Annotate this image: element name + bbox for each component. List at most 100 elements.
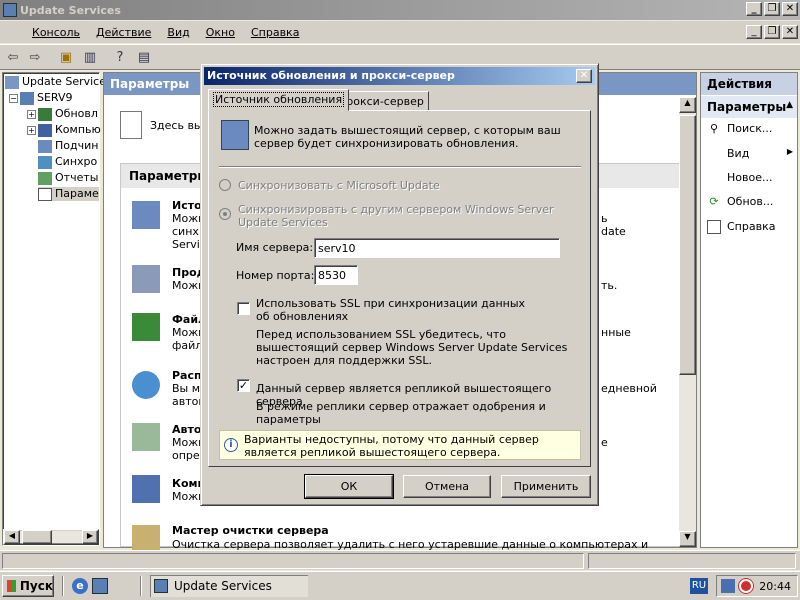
ssl-note: Перед использованием SSL убедитесь, что …	[256, 328, 568, 367]
replica-note: В режиме реплики сервер отражает одобрен…	[256, 400, 546, 426]
windows-logo-icon	[7, 580, 16, 592]
scroll-thumb[interactable]	[22, 530, 52, 544]
tree-hscroll[interactable]: ◀ ▶	[3, 529, 99, 545]
scroll-down-icon[interactable]: ▼	[679, 531, 696, 547]
scroll-thumb[interactable]	[679, 115, 696, 375]
task-label: Update Services	[174, 579, 272, 593]
action-help[interactable]: Справка	[707, 220, 775, 234]
tree-item-reports[interactable]: Отчеты	[38, 171, 98, 185]
clock: 20:44	[759, 579, 791, 593]
action-search[interactable]: ⚲ Поиск...	[707, 122, 772, 136]
server-icon	[20, 91, 34, 105]
tree-item-sync[interactable]: Синхро	[38, 155, 97, 169]
scroll-left-icon[interactable]: ◀	[4, 530, 20, 544]
action-refresh[interactable]: ⟳ Обнов...	[707, 195, 773, 209]
ssl-checkbox[interactable]	[237, 302, 250, 315]
status-bar	[0, 550, 800, 570]
option-desc-tail: нные	[601, 326, 631, 339]
collapse-icon[interactable]: −	[9, 93, 18, 103]
tab-label: Прокси-сервер	[338, 95, 424, 108]
center-vscroll[interactable]: ▲ ▼	[679, 97, 696, 547]
taskbar-update-services[interactable]: Update Services	[150, 575, 308, 597]
menu-action[interactable]: Действие	[88, 26, 159, 39]
child-close-button[interactable]: ✕	[782, 25, 798, 39]
taskbar: Пуск e Update Services RU 20:44	[0, 571, 800, 600]
computers-icon	[38, 123, 52, 137]
option-schedule-title[interactable]: Расп	[172, 369, 202, 382]
actions-section[interactable]: Параметры ▲	[701, 96, 797, 118]
back-icon[interactable]: ⇦	[3, 48, 23, 68]
cancel-button[interactable]: Отмена	[403, 475, 491, 498]
update-services-icon	[5, 75, 19, 89]
quicklaunch-icon[interactable]	[92, 578, 108, 594]
collapse-arrow-icon[interactable]: ▲	[786, 100, 793, 110]
apply-button[interactable]: Применить	[501, 475, 591, 498]
menu-view[interactable]: Вид	[159, 26, 197, 39]
menu-window[interactable]: Окно	[198, 26, 243, 39]
option-autoapprove-title[interactable]: Авто	[172, 423, 201, 436]
window-title: Update Services	[20, 3, 121, 17]
maximize-button[interactable]: ❐	[764, 2, 780, 16]
option-desc-tail: ь	[601, 212, 608, 225]
antivirus-icon[interactable]	[739, 579, 753, 593]
radio-microsoft-update-label: Синхронизовать с Microsoft Update	[238, 179, 440, 192]
ok-button[interactable]: ОК	[304, 474, 394, 499]
update-services-icon	[154, 579, 168, 593]
tree-item-computers[interactable]: + Компью	[27, 123, 101, 137]
option-desc: Servi	[172, 238, 200, 251]
center-intro: Здесь вы	[150, 119, 203, 132]
ie-icon[interactable]: e	[72, 578, 88, 594]
network-icon[interactable]	[721, 579, 735, 593]
action-new[interactable]: Новое...	[727, 171, 772, 184]
options-page-icon	[120, 111, 142, 139]
dialog-close-button[interactable]: ✕	[576, 69, 592, 83]
port-label: Номер порта:	[236, 269, 315, 282]
radio-other-server[interactable]	[219, 208, 231, 220]
action-pane-icon[interactable]: ▤	[134, 48, 154, 68]
action-label: Справка	[727, 220, 776, 233]
scroll-up-icon[interactable]: ▲	[679, 97, 696, 113]
expand-icon[interactable]: +	[27, 125, 36, 135]
port-field[interactable]: 8530	[314, 265, 358, 285]
menu-console[interactable]: Консоль	[24, 26, 88, 39]
tree-item-update-services[interactable]: Update Service	[5, 75, 106, 89]
products-icon	[132, 265, 160, 293]
show-tree-icon[interactable]: ▥	[80, 48, 100, 68]
menu-help[interactable]: Справка	[243, 26, 307, 39]
status-panel	[588, 553, 796, 569]
action-label: Вид	[727, 147, 750, 160]
tree-item-serv9[interactable]: − SERV9	[9, 91, 73, 105]
start-button[interactable]: Пуск	[2, 575, 54, 597]
tab-update-source[interactable]: Источник обновления	[208, 89, 350, 111]
child-restore-button[interactable]: ❐	[764, 25, 780, 39]
start-label: Пуск	[19, 579, 53, 593]
child-minimize-button[interactable]: _	[746, 25, 762, 39]
option-desc-tail: едневной	[601, 382, 657, 395]
schedule-icon	[132, 371, 160, 399]
scroll-right-icon[interactable]: ▶	[82, 530, 98, 544]
menu-bar: Консоль Действие Вид Окно Справка _ ❐ ✕	[0, 21, 800, 43]
option-cleanup-title[interactable]: Мастер очистки сервера	[172, 524, 329, 537]
tree-item-updates[interactable]: + Обновл	[27, 107, 98, 121]
tree-item-downstream[interactable]: Подчин	[38, 139, 98, 153]
tree-item-options[interactable]: Параме	[38, 187, 99, 201]
dialog-title-bar: Источник обновления и прокси-сервер ✕	[204, 67, 595, 85]
action-view[interactable]: Вид ▶	[727, 147, 793, 160]
option-update-source-title[interactable]: Исто	[172, 199, 202, 212]
expand-icon[interactable]: +	[27, 109, 36, 119]
radio-microsoft-update[interactable]	[219, 179, 231, 191]
option-desc: файл	[172, 339, 203, 352]
help-icon[interactable]: ?	[110, 48, 130, 68]
actions-section-label: Параметры	[707, 100, 787, 114]
minimize-button[interactable]: _	[746, 2, 762, 16]
close-button[interactable]: ✕	[782, 2, 798, 16]
option-desc-tail: date	[601, 225, 626, 238]
language-indicator[interactable]: RU	[690, 578, 708, 594]
server-name-field[interactable]: serv10	[314, 238, 560, 258]
up-folder-icon[interactable]: ▣	[56, 48, 76, 68]
info-text: Варианты недоступны, потому что данный с…	[244, 433, 539, 459]
updates-icon	[38, 107, 52, 121]
replica-checkbox[interactable]: ✓	[237, 379, 250, 392]
forward-icon[interactable]: ⇨	[25, 48, 45, 68]
tab-label: Источник обновления	[213, 92, 345, 107]
